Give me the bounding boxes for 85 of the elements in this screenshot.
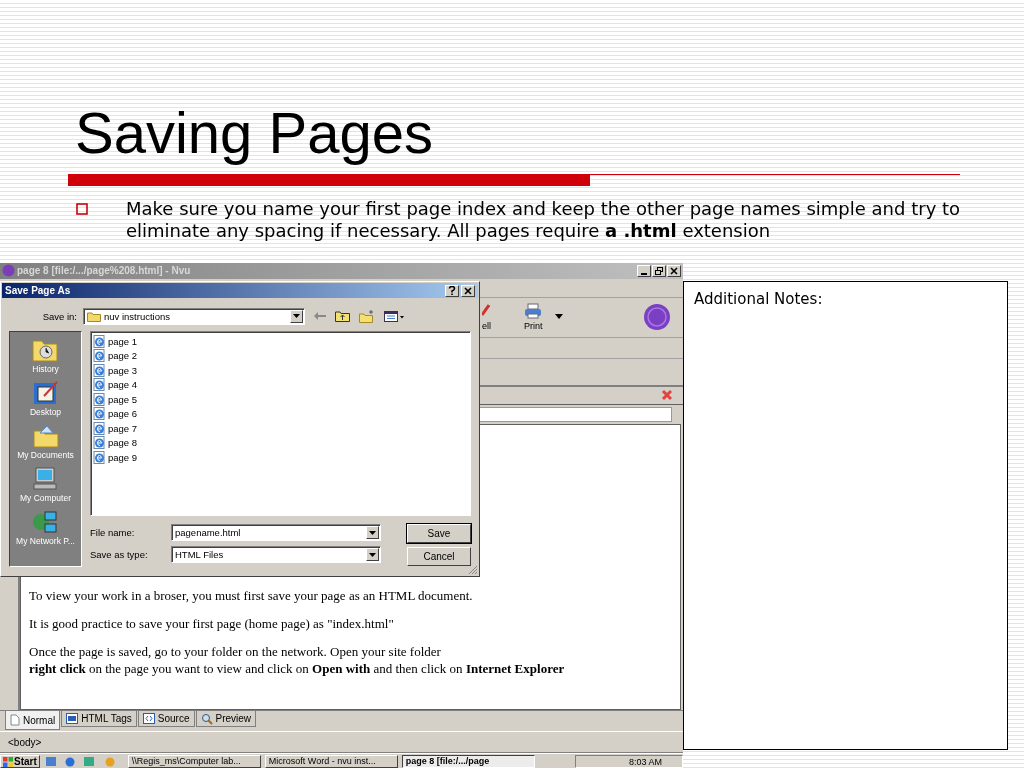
places-item[interactable]: My Computer [20,467,71,503]
restore-button[interactable] [652,265,666,277]
file-name-field[interactable]: pagename.html [171,524,381,541]
close-button[interactable] [461,284,475,297]
clock: 8:03 AM [628,756,662,767]
file-item[interactable]: page 8 [93,435,138,450]
document-paragraph: right click on the page you want to view and click on Open with and then click on Internet Explorer [29,659,565,677]
close-tab-icon[interactable] [661,389,673,402]
dropdown-arrow-icon [369,530,376,535]
file-item[interactable]: page 9 [93,450,138,465]
folder-icon [32,424,59,448]
logo-icon [642,303,671,332]
windows-logo-icon [3,756,13,767]
toolbar-button[interactable]: ell [482,303,494,332]
web-page-icon [93,436,106,450]
taskbar-button[interactable]: Microsoft Word - nvu inst... [264,755,398,768]
dropdown-arrow-icon [369,552,376,557]
desktop-icon [32,381,59,405]
help-icon [448,286,456,295]
file-item[interactable]: page 6 [93,406,138,421]
view-menu-icon[interactable] [384,310,404,322]
close-icon [464,286,472,295]
taskbar-button[interactable]: page 8 [file:/.../page [401,755,535,768]
address-field[interactable] [478,406,672,422]
resize-grip-icon[interactable] [468,565,478,575]
dropdown-arrow-icon [293,314,300,318]
folder-icon [87,310,101,322]
clock-folder-icon [32,338,59,362]
dialog-button[interactable]: Save [407,524,471,543]
start-button[interactable]: Start [0,755,40,768]
computer-icon [32,467,59,491]
network-icon [32,510,59,534]
web-page-icon [93,363,106,377]
page-icon [10,714,20,727]
places-item[interactable]: Desktop [29,381,62,417]
document-paragraph: It is good practice to save your first page (home page) as "index.html" [29,614,394,632]
printer-icon [524,303,543,320]
status-text: <body> [8,736,42,748]
web-page-icon [93,450,106,464]
close-button[interactable] [667,265,681,277]
minimize-button[interactable] [637,265,651,277]
window-title: page 8 [file:/.../page%208.html] - Nvu [17,265,191,277]
web-page-icon [93,407,106,421]
bullet-icon [76,203,88,215]
dialog-title: Save Page As [5,285,71,296]
save-in-dropdown[interactable]: nuv instructions [83,307,305,325]
bullet-text: Make sure you name your first page index and keep the other page names simple and try to eliminate any spacing if necessary. All pages require a .html extension [126,198,961,242]
document-paragraph: To view your work in a broser, you must first save your page as an HTML document. [29,586,473,604]
file-item[interactable]: page 1 [93,334,138,349]
file-type-label: Save as type: [90,549,149,560]
file-item[interactable]: page 7 [93,421,138,436]
file-item[interactable]: page 4 [93,377,138,392]
web-page-icon [93,378,106,392]
file-item[interactable]: page 2 [93,348,138,363]
caret-icon[interactable] [554,314,563,321]
restore-icon [655,267,663,275]
slide-title: Saving Pages [75,102,433,164]
taskbar-button[interactable]: \\Regis_ms\Computer lab... [127,755,261,768]
view-tab[interactable]: Preview [195,711,257,728]
web-page-icon [93,334,106,348]
magnifier-icon [200,712,213,725]
help-button[interactable] [445,284,459,297]
view-tab[interactable]: Normal [5,711,61,731]
file-name-label: File name: [90,527,136,538]
toolbar-button[interactable]: Print [524,303,543,332]
notes-label: Additional Notes: [694,290,823,308]
places-item[interactable]: My Documents [17,424,74,460]
view-tab[interactable]: Source [137,711,195,728]
file-item[interactable]: page 5 [93,392,138,407]
places-item[interactable]: My Network P... [16,510,75,546]
up-folder-icon[interactable] [335,310,350,322]
file-item[interactable]: page 3 [93,363,138,378]
places-item[interactable]: History [32,338,59,374]
view-tab[interactable]: HTML Tags [61,711,137,728]
code-icon [142,713,155,725]
document-paragraph: Once the page is saved, go to your folder on the network. Open your site folder [29,642,441,660]
web-page-icon [93,349,106,363]
save-in-label: Save in: [41,310,78,322]
file-type-dropdown[interactable]: HTML Files [171,546,381,563]
app-icon [2,264,15,278]
web-page-icon [93,421,106,435]
dialog-button[interactable]: Cancel [407,547,471,566]
tag-icon [66,713,79,725]
close-icon [670,267,678,275]
web-page-icon [93,392,106,406]
